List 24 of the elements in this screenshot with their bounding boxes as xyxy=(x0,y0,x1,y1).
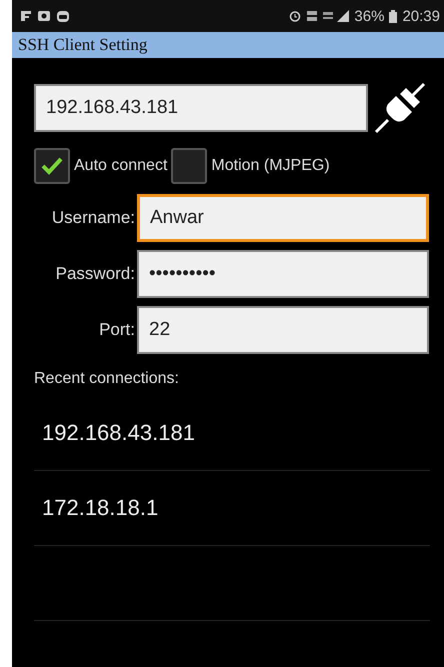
checkbox[interactable] xyxy=(171,148,208,184)
alarm-icon xyxy=(289,10,302,22)
battery-icon xyxy=(389,10,398,22)
input-field[interactable]: •••••••••• xyxy=(137,250,429,298)
field-label: Password: xyxy=(56,264,135,284)
field-label: Username: xyxy=(52,208,135,228)
image-icon xyxy=(37,10,51,22)
input-field[interactable]: Anwar xyxy=(137,194,429,242)
input-field[interactable]: 22 xyxy=(137,306,429,354)
checkbox-label: Auto connect xyxy=(74,157,168,175)
checkbox[interactable] xyxy=(34,148,70,184)
battery-percent: 36% xyxy=(354,8,384,24)
host-field[interactable]: 192.168.43.181 xyxy=(34,84,368,132)
section-heading: Recent connections: xyxy=(34,370,180,388)
recent-connection[interactable]: 192.168.43.181 xyxy=(42,420,195,446)
flag-icon xyxy=(20,10,32,22)
recent-connection[interactable]: 172.18.18.1 xyxy=(42,495,158,521)
checkbox-label: Motion (MJPEG) xyxy=(211,157,330,175)
window-title: SSH Client Setting xyxy=(18,35,148,55)
plug-icon[interactable] xyxy=(374,82,426,134)
clock: 20:39 xyxy=(402,8,440,24)
signal-icon xyxy=(323,10,350,22)
field-label: Port: xyxy=(99,320,135,340)
check-icon xyxy=(41,157,63,175)
